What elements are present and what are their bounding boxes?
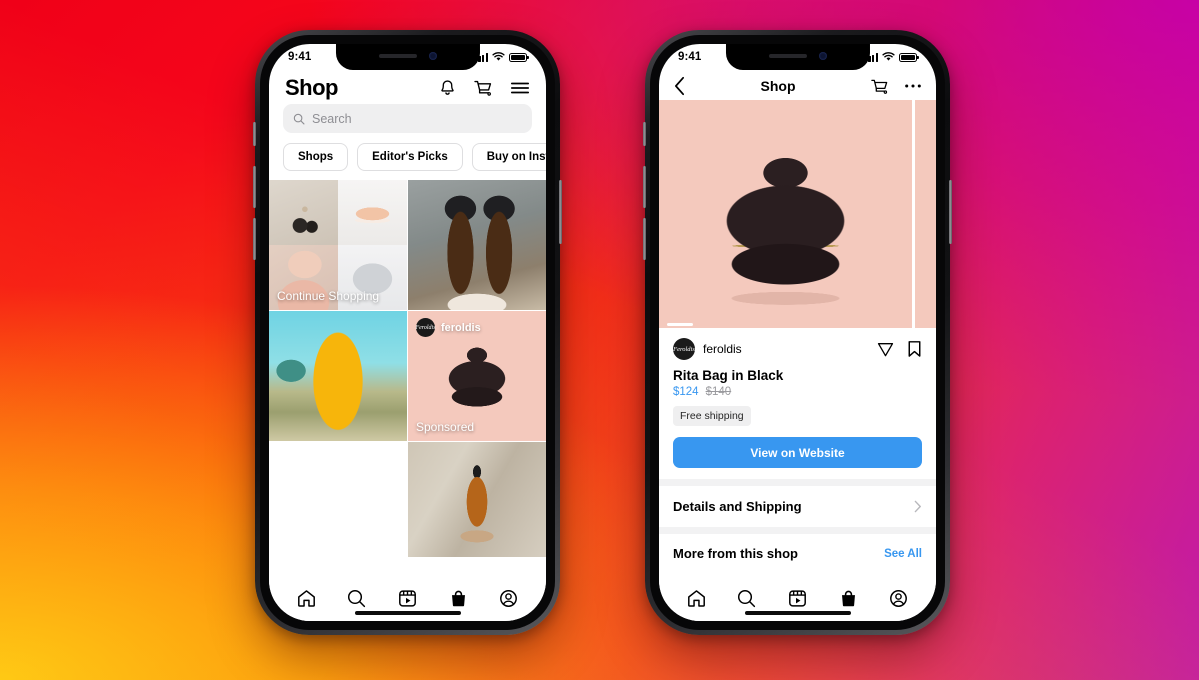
price-row: $124 $140 [673,386,922,398]
notifications-bell-icon[interactable] [438,78,457,98]
details-and-shipping-label: Details and Shipping [673,499,802,514]
continue-shopping-label: Continue Shopping [277,289,380,303]
tab-home[interactable] [686,588,707,609]
phone2-screen: 9:41 Shop Feroldis feroldis Rita Bag in … [659,44,936,621]
volume-up-button[interactable] [253,166,256,208]
avatar: Feroldis [415,318,436,337]
silent-switch[interactable] [643,122,646,146]
notch [725,44,870,70]
share-paper-plane-icon[interactable] [877,341,894,358]
shop-identity[interactable]: Feroldis feroldis [673,338,742,360]
battery-icon [899,52,919,62]
page-title: Shop [760,78,796,94]
tab-profile[interactable] [498,588,519,609]
shopping-cart-icon[interactable] [473,78,494,98]
avatar: Feroldis [673,338,695,360]
front-camera-icon [818,51,827,60]
home-indicator[interactable] [744,611,851,615]
tab-shop[interactable] [838,588,859,609]
carousel-progress-bar [659,322,912,328]
more-from-shop-row: More from this shop See All [673,534,922,571]
sponsored-shop-name: feroldis [441,321,481,334]
grid-cell-yellow-tracksuit[interactable] [269,311,407,441]
wifi-icon [492,52,505,61]
more-options-icon[interactable] [904,83,922,89]
yellow-tracksuit-image [269,311,407,441]
notch [335,44,480,70]
tab-reels[interactable] [397,588,418,609]
carousel-next-image-peek[interactable] [912,100,936,328]
product-detail-panel: Feroldis feroldis Rita Bag in Black $124… [659,328,936,571]
back-chevron-icon[interactable] [673,76,686,96]
grid-cell-continue-shopping[interactable]: Continue Shopping [269,180,407,310]
page-title: Shop [285,75,339,100]
phone1-screen: 9:41 Shop Search Shops Editor's Picks Bu… [269,44,546,621]
sunglasses-image [269,442,407,557]
product-hero-image[interactable] [659,100,912,328]
see-all-link[interactable]: See All [884,548,922,560]
silent-switch[interactable] [253,122,256,146]
earpiece-speaker [378,53,417,58]
pill-buy-on-instagram[interactable]: Buy on Instagram [471,143,546,171]
pill-editors-picks[interactable]: Editor's Picks [357,143,463,171]
search-placeholder: Search [312,111,352,126]
rita-bag-illustration [659,100,912,328]
grid-cell-cleaning-sprays[interactable] [408,180,546,310]
sponsored-shop-header[interactable]: Feroldis feroldis [415,318,481,337]
shop-grid: Continue Shopping Feroldis feroldis Spon… [269,180,546,557]
status-badge: Free shipping [673,406,751,426]
phone-mockup-shop-feed: 9:41 Shop Search Shops Editor's Picks Bu… [253,30,562,635]
tab-profile[interactable] [888,588,909,609]
status-time: 9:41 [678,51,702,63]
background-gradient-overlay-warm [0,0,1199,680]
shopping-cart-icon[interactable] [870,77,890,96]
current-price: $124 [673,386,699,398]
section-divider [659,479,936,486]
tab-search[interactable] [346,588,367,609]
view-on-website-button[interactable]: View on Website [673,437,922,468]
tab-search[interactable] [736,588,757,609]
earpiece-speaker [768,53,807,58]
section-divider-2 [659,527,936,534]
thumb-candles [269,180,338,245]
battery-icon [509,52,529,62]
power-button[interactable] [559,180,562,244]
background-gradient-overlay [0,0,1199,680]
product-image-carousel[interactable] [659,100,936,328]
grid-cell-sunglasses[interactable] [269,442,407,557]
thumb-sneaker [338,180,407,245]
grid-cell-sponsored-bag[interactable]: Feroldis feroldis Sponsored [408,311,546,441]
volume-down-button[interactable] [643,218,646,260]
tab-home[interactable] [296,588,317,609]
phone-mockup-product-detail: 9:41 Shop Feroldis feroldis Rita Bag in … [643,30,952,635]
search-input[interactable]: Search [283,104,532,133]
hamburger-menu-icon[interactable] [510,80,530,96]
category-pill-row[interactable]: Shops Editor's Picks Buy on Instagram [269,133,546,180]
tab-reels[interactable] [787,588,808,609]
shop-name[interactable]: feroldis [703,342,742,356]
home-indicator[interactable] [354,611,461,615]
search-icon [293,113,305,125]
dropper-bottle-image [408,442,546,557]
bookmark-icon[interactable] [907,340,922,358]
shop-row: Feroldis feroldis [673,328,922,368]
details-and-shipping-row[interactable]: Details and Shipping [673,486,922,527]
chevron-right-icon [914,500,921,513]
grid-cell-dropper-bottle[interactable] [408,442,546,557]
volume-up-button[interactable] [643,166,646,208]
product-title: Rita Bag in Black [673,368,784,383]
volume-down-button[interactable] [253,218,256,260]
more-from-shop-label: More from this shop [673,546,798,561]
wifi-icon [882,52,895,61]
pill-shops[interactable]: Shops [283,143,349,171]
front-camera-icon [428,51,437,60]
power-button[interactable] [949,180,952,244]
sponsored-label: Sponsored [416,420,475,434]
tab-shop[interactable] [448,588,469,609]
cleaning-sprays-image [408,180,546,310]
original-price: $140 [705,386,732,398]
status-time: 9:41 [288,51,312,63]
